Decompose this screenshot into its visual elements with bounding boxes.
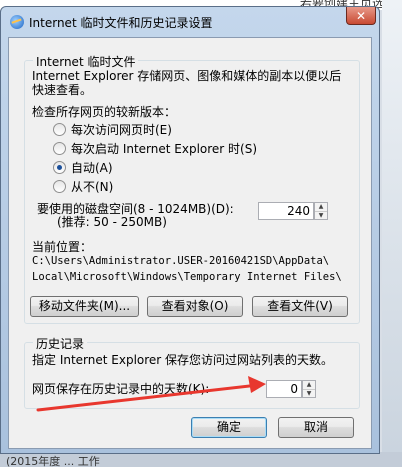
annotation-arrow-icon <box>36 376 266 412</box>
